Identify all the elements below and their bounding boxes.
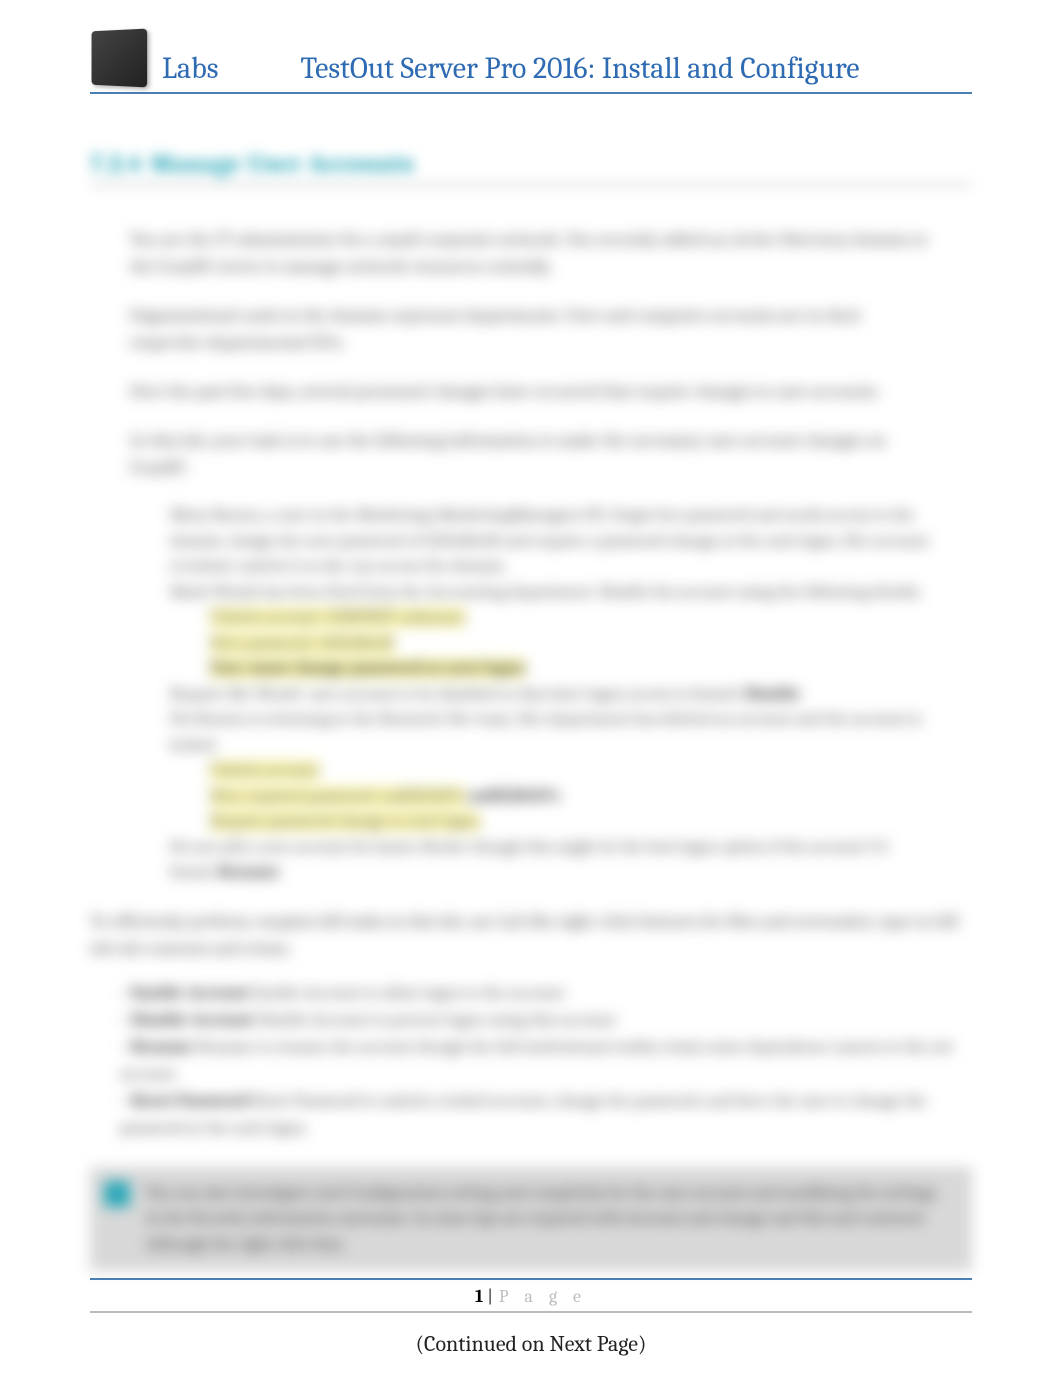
list-item: Pat Benton is returning to the Research-… [170,707,932,758]
list-item: Mark Woods has been fired from the Accou… [170,580,932,606]
instruction-list: Mary Barnes, a user in the Marketing\Mar… [170,503,932,886]
section-number: 7.2.4 [90,149,142,179]
continued-label: (Continued on Next Page) [90,1331,972,1357]
page-footer: 1 | P a g e [90,1278,972,1307]
page-label: P a g e [499,1286,587,1307]
paragraph: Over the past few days, several personne… [130,378,932,405]
list-item: Require Mr. Woods' user account to be di… [170,682,932,708]
list-item: • Rename Rename to rename the account th… [120,1034,972,1088]
list-item: Unlock account New required password: as… [210,758,932,835]
paragraph: You are the IT administrator for a small… [130,226,932,280]
page-title: TestOut Server Pro 2016: Install and Con… [301,51,860,86]
labs-label: Labs [162,51,219,86]
bullet-list: • Enable Account Enable Account to allow… [120,980,972,1143]
list-item: • Reset Password Reset Password to unloc… [120,1088,972,1142]
separator [90,1311,972,1313]
page-number: 1 [475,1286,483,1307]
list-item: Do not add a new account for Janice Beck… [170,835,932,886]
list-item: Mary Barnes, a user in the Marketing\Mar… [170,503,932,580]
section-heading: 7.2.4 Manage User Accounts [90,144,972,186]
paragraph: In this lab, your task is to use the fol… [130,427,932,481]
list-item: • Disable Account Disable Account to pre… [120,1007,972,1034]
section-title: Manage User Accounts [150,149,414,179]
list-item: • Enable Account Enable Account to allow… [120,980,972,1007]
page-body: 7.2.4 Manage User Accounts You are the I… [90,144,972,1357]
paragraph: To efficiently perform complex bill task… [90,908,972,962]
document-page: Labs TestOut Server Pro 2016: Install an… [0,0,1062,1377]
list-item: Unlock account: CORPNET\mbarnes New pass… [210,605,932,682]
logo-icon [92,29,148,88]
page-header: Labs TestOut Server Pro 2016: Install an… [90,30,972,94]
paragraph: Organizational units in the domain repre… [130,302,932,356]
note-box: You can also investigate each Configurat… [90,1167,972,1272]
page-separator: | [487,1286,497,1307]
